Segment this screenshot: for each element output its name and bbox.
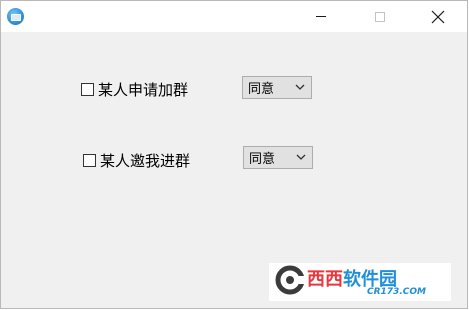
apply-join-select-value: 同意	[248, 82, 275, 97]
watermark-brand-red: 西西	[307, 269, 343, 290]
apply-join-checkbox-label[interactable]: 某人申请加群	[81, 79, 188, 100]
invite-join-select[interactable]: 同意	[243, 146, 313, 169]
watermark-domain: CR173.COM	[367, 287, 426, 297]
apply-join-select[interactable]: 同意	[242, 76, 312, 99]
invite-join-checkbox-label[interactable]: 某人邀我进群	[83, 150, 190, 171]
apply-join-label: 某人申请加群	[98, 81, 189, 99]
watermark-logo: 西西软件园 CR173.COM	[269, 263, 451, 301]
app-window: 某人申请加群 同意 某人邀我进群 同意 西西软件园 CR173.COM	[0, 0, 468, 309]
apply-join-checkbox[interactable]	[81, 83, 94, 96]
maximize-button[interactable]	[357, 1, 403, 32]
chevron-down-icon	[296, 154, 306, 160]
watermark-logo-icon	[275, 265, 305, 295]
invite-join-select-value: 同意	[249, 152, 276, 167]
minimize-icon	[316, 16, 326, 17]
close-button[interactable]	[415, 1, 461, 32]
invite-join-label: 某人邀我进群	[100, 152, 191, 170]
minimize-button[interactable]	[298, 1, 344, 32]
title-bar[interactable]	[1, 1, 467, 32]
app-icon	[7, 8, 24, 25]
close-icon	[431, 10, 445, 23]
chevron-down-icon	[295, 84, 305, 90]
maximize-icon	[375, 11, 385, 22]
invite-join-checkbox[interactable]	[83, 154, 96, 167]
